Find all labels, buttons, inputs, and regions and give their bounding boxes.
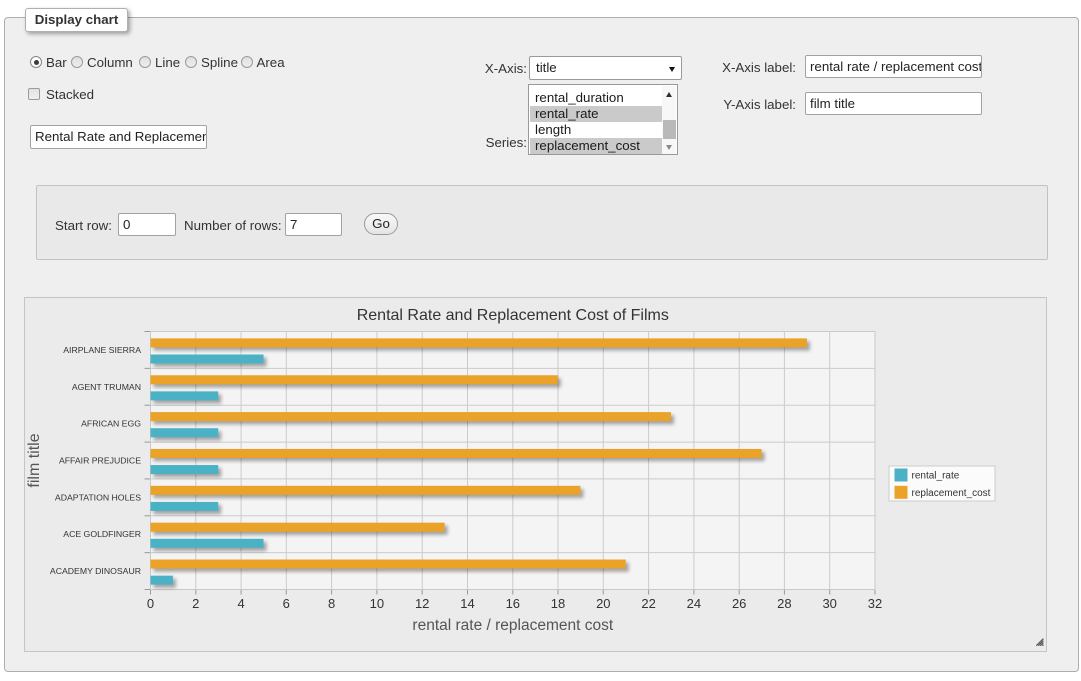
svg-text:20: 20 — [596, 596, 610, 611]
svg-text:16: 16 — [506, 596, 520, 611]
svg-text:film title: film title — [26, 433, 43, 487]
svg-text:26: 26 — [732, 596, 746, 611]
svg-text:ACADEMY DINOSAUR: ACADEMY DINOSAUR — [50, 566, 141, 576]
svg-text:18: 18 — [551, 596, 565, 611]
svg-text:32: 32 — [868, 596, 882, 611]
svg-text:2: 2 — [192, 596, 199, 611]
svg-text:6: 6 — [283, 596, 290, 611]
svg-text:28: 28 — [777, 596, 791, 611]
svg-text:AGENT TRUMAN: AGENT TRUMAN — [72, 382, 141, 392]
svg-text:4: 4 — [237, 596, 244, 611]
svg-text:12: 12 — [415, 596, 429, 611]
svg-text:24: 24 — [687, 596, 701, 611]
svg-text:AFFAIR PREJUDICE: AFFAIR PREJUDICE — [59, 456, 141, 466]
svg-text:ACE GOLDFINGER: ACE GOLDFINGER — [63, 529, 141, 539]
svg-text:Rental Rate and Replacement Co: Rental Rate and Replacement Cost of Film… — [357, 307, 669, 324]
svg-text:AIRPLANE SIERRA: AIRPLANE SIERRA — [63, 345, 141, 355]
svg-text:replacement_cost: replacement_cost — [912, 488, 991, 499]
svg-text:8: 8 — [328, 596, 335, 611]
svg-text:AFRICAN EGG: AFRICAN EGG — [81, 419, 141, 429]
svg-text:14: 14 — [460, 596, 474, 611]
svg-text:rental rate / replacement cost: rental rate / replacement cost — [412, 617, 613, 634]
svg-text:0: 0 — [147, 596, 154, 611]
svg-text:30: 30 — [822, 596, 836, 611]
svg-text:rental_rate: rental_rate — [912, 471, 960, 482]
svg-text:ADAPTATION HOLES: ADAPTATION HOLES — [55, 492, 141, 502]
svg-text:22: 22 — [641, 596, 655, 611]
svg-text:10: 10 — [370, 596, 384, 611]
